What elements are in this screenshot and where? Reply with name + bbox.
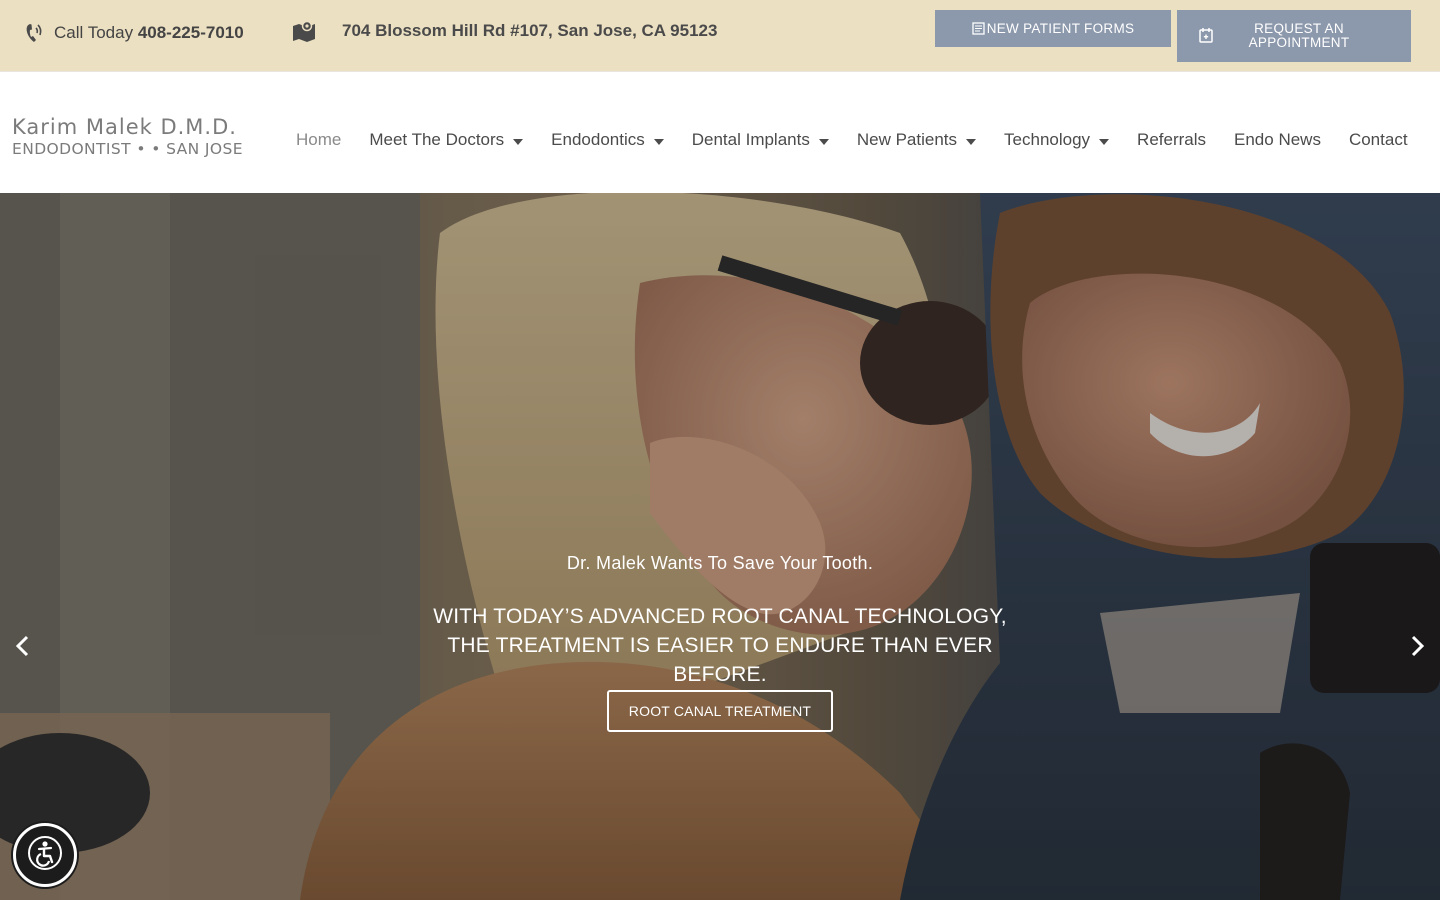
phone-icon (24, 22, 44, 44)
nav-item-label: New Patients (856, 130, 958, 149)
forms-button-label: NEW PATIENT FORMS (986, 21, 1135, 36)
nav-item-label: Technology (1004, 130, 1091, 149)
chevron-right-icon[interactable] (1404, 633, 1430, 659)
nav-item-endodontics[interactable]: Endodontics (551, 130, 664, 150)
phone-prefix: Call Today (54, 23, 134, 42)
hero-slider: Dr. Malek Wants To Save Your Tooth. WITH… (0, 193, 1440, 900)
nav-item-label: Meet The Doctors (369, 130, 505, 149)
nav-item-contact[interactable]: Contact (1349, 130, 1408, 150)
nav-item-label: Dental Implants (691, 130, 810, 149)
hero-overlay (0, 193, 1440, 900)
top-info-bar: Call Today 408-225-7010 704 Blossom Hill… (0, 0, 1440, 71)
site-header: Karim Malek D.M.D. ENDODONTIST • • SAN J… (0, 71, 1440, 193)
hero-title: WITH TODAY’S ADVANCED ROOT CANAL TECHNOL… (433, 605, 1007, 686)
logo-name: Karim Malek D.M.D. (12, 115, 237, 139)
nav-item-label: Endo News (1234, 130, 1321, 149)
nav-item-technology[interactable]: Technology (1004, 130, 1110, 150)
form-icon (972, 22, 985, 35)
nav-item-home[interactable]: Home (296, 130, 341, 150)
hero-subtitle: Dr. Malek Wants To Save Your Tooth. (566, 553, 874, 573)
main-nav: Home Meet The Doctors Endodontics Dental… (296, 130, 1408, 150)
calendar-icon (1199, 27, 1213, 46)
appointment-button-label: REQUEST AN APPOINTMENT (1248, 21, 1350, 50)
logo-tagline: ENDODONTIST • • SAN JOSE (12, 140, 243, 158)
site-logo[interactable]: Karim Malek D.M.D. ENDODONTIST • • SAN J… (12, 115, 243, 159)
nav-item-label: Endodontics (551, 130, 645, 149)
accessibility-button[interactable] (13, 823, 77, 887)
phone-number[interactable]: 408-225-7010 (138, 23, 244, 42)
top-address[interactable]: 704 Blossom Hill Rd #107, San Jose, CA 9… (292, 20, 717, 42)
nav-item-label: Home (296, 130, 342, 149)
nav-item-referrals[interactable]: Referrals (1137, 130, 1206, 150)
root-canal-treatment-button[interactable]: ROOT CANAL TREATMENT (607, 690, 833, 732)
nav-item-label: Contact (1348, 130, 1408, 149)
caret-down-icon (513, 130, 524, 150)
nav-item-endo-news[interactable]: Endo News (1234, 130, 1321, 150)
caret-down-icon (653, 130, 664, 150)
nav-item-new-patients[interactable]: New Patients (856, 130, 977, 150)
caret-down-icon (966, 130, 977, 150)
request-appointment-button[interactable]: REQUEST AN APPOINTMENT (1177, 10, 1411, 62)
accessibility-icon (27, 835, 63, 876)
caret-down-icon (818, 130, 829, 150)
new-patient-forms-button[interactable]: NEW PATIENT FORMS (935, 10, 1171, 47)
chevron-left-icon[interactable] (10, 633, 36, 659)
map-icon (292, 20, 316, 42)
caret-down-icon (1099, 130, 1110, 150)
nav-item-dental-implants[interactable]: Dental Implants (692, 130, 829, 150)
address-text: 704 Blossom Hill Rd #107, San Jose, CA 9… (342, 21, 718, 40)
nav-item-meet-the-doctors[interactable]: Meet The Doctors (369, 130, 524, 150)
top-phone[interactable]: Call Today 408-225-7010 (24, 22, 244, 44)
nav-item-label: Referrals (1137, 130, 1207, 149)
